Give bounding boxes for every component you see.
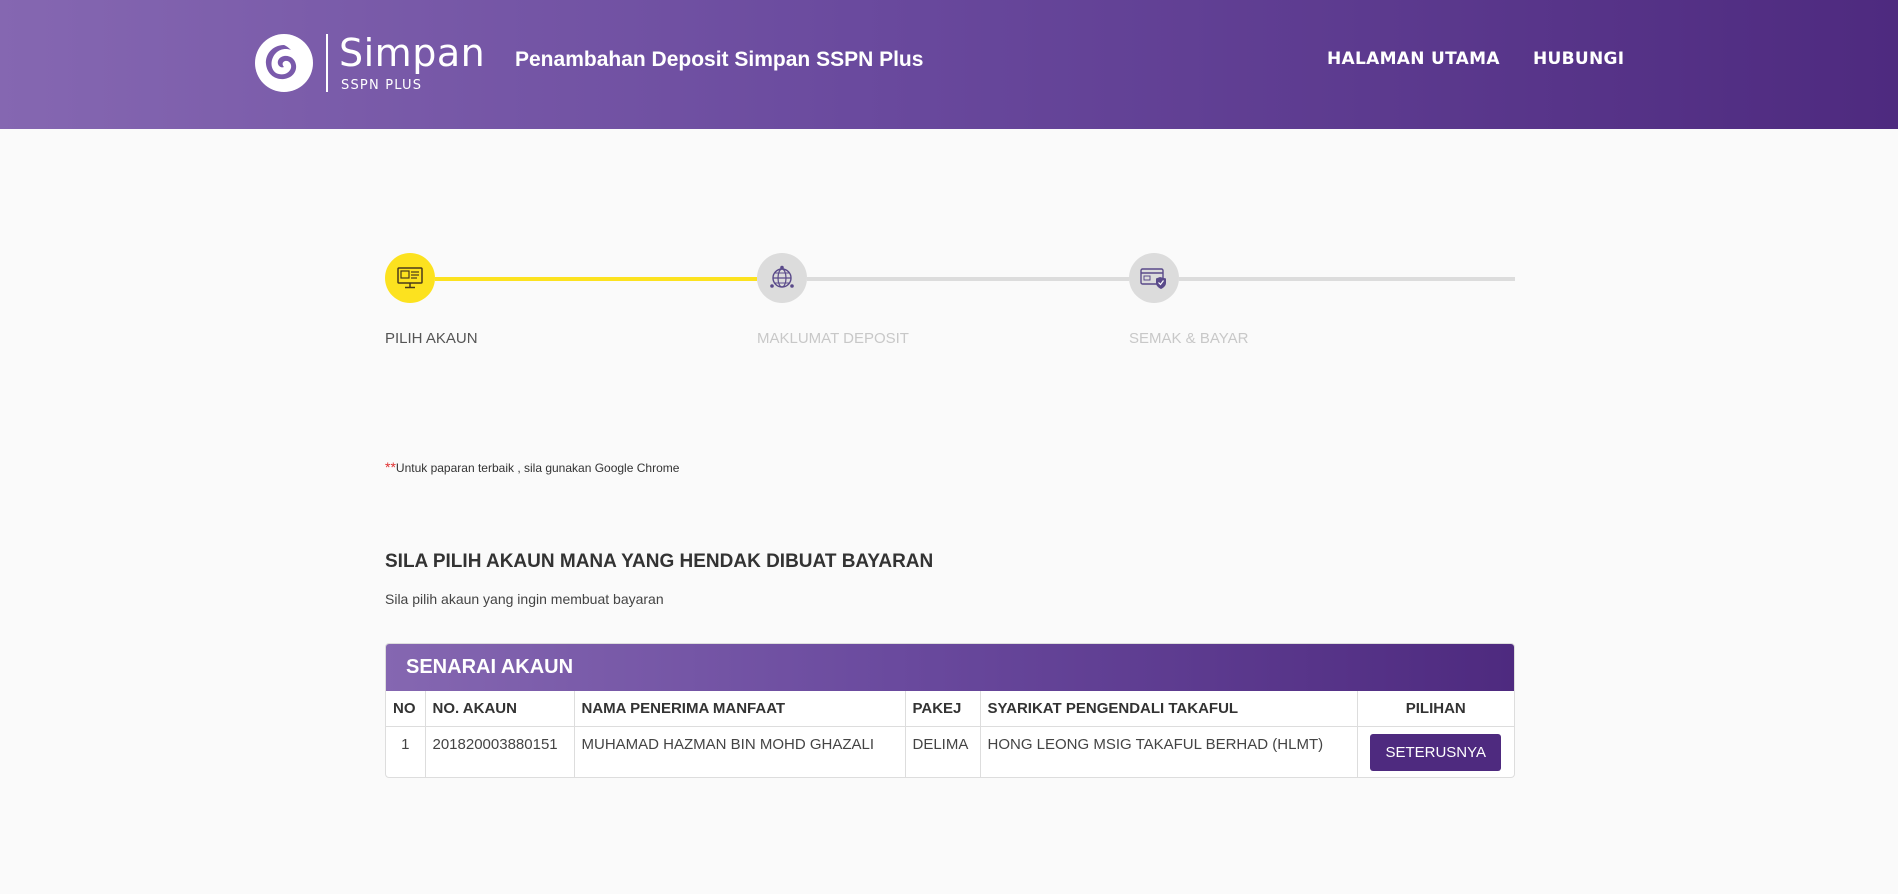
globe-icon	[770, 265, 794, 288]
col-header-no: NO	[386, 691, 426, 727]
cell-action: SETERUSNYA	[1357, 726, 1514, 777]
logo-divider	[326, 34, 328, 92]
col-header-company: SYARIKAT PENGENDALI TAKAFUL	[980, 691, 1358, 727]
step-3-circle	[1129, 253, 1179, 303]
step-connector-1	[435, 277, 757, 281]
step-2-circle	[757, 253, 807, 303]
step-1-circle	[385, 253, 435, 303]
section-title: SILA PILIH AKAUN MANA YANG HENDAK DIBUAT…	[385, 551, 934, 572]
account-table: NO NO. AKAUN NAMA PENERIMA MANFAAT PAKEJ…	[386, 691, 1514, 777]
step-1-label: PILIH AKAUN	[385, 330, 478, 347]
logo-subtitle: SSPN PLUS	[341, 77, 423, 93]
col-header-name: NAMA PENERIMA MANFAAT	[574, 691, 906, 727]
col-header-package: PAKEJ	[905, 691, 981, 727]
account-list-title: SENARAI AKAUN	[386, 644, 1514, 691]
cell-takaful-company: HONG LEONG MSIG TAKAFUL BERHAD (HLMT)	[980, 726, 1358, 777]
page-title: Penambahan Deposit Simpan SSPN Plus	[515, 48, 924, 71]
browser-note: **Untuk paparan terbaik , sila gunakan G…	[385, 459, 679, 475]
next-button[interactable]: SETERUSNYA	[1370, 733, 1502, 771]
cell-package: DELIMA	[905, 726, 981, 777]
step-connector-2	[807, 277, 1129, 281]
logo-name: Simpan	[339, 30, 486, 75]
nav-contact-link[interactable]: HUBUNGI	[1533, 49, 1624, 69]
simpan-logo-icon	[255, 34, 313, 92]
required-marker: **	[385, 459, 396, 475]
step-2-label: MAKLUMAT DEPOSIT	[757, 330, 909, 347]
simpan-logo[interactable]: Simpan SSPN PLUS	[254, 32, 485, 94]
section-subtitle: Sila pilih akaun yang ingin membuat baya…	[385, 591, 664, 607]
step-connector-3	[1179, 277, 1515, 281]
col-header-account: NO. AKAUN	[425, 691, 575, 727]
header-bar: Simpan SSPN PLUS Penambahan Deposit Simp…	[0, 0, 1898, 129]
cell-no: 1	[386, 726, 426, 777]
nav-home-link[interactable]: HALAMAN UTAMA	[1327, 49, 1500, 69]
browser-note-text: Untuk paparan terbaik , sila gunakan Goo…	[395, 461, 680, 475]
table-row: 1 201820003880151 MUHAMAD HAZMAN BIN MOH…	[386, 726, 1514, 777]
progress-stepper: PILIH AKAUN MAKLUMAT DEPOSIT SEMAK & BAY…	[385, 253, 1515, 353]
card-shield-icon	[1140, 268, 1166, 289]
cell-account-number: 201820003880151	[425, 726, 575, 777]
monitor-icon	[397, 267, 423, 289]
cell-beneficiary-name: MUHAMAD HAZMAN BIN MOHD GHAZALI	[574, 726, 906, 777]
step-3-label: SEMAK & BAYAR	[1129, 330, 1249, 347]
col-header-action: PILIHAN	[1357, 691, 1514, 727]
account-list-card: SENARAI AKAUN NO NO. AKAUN NAMA PENERIMA…	[385, 643, 1515, 778]
table-header-row: NO NO. AKAUN NAMA PENERIMA MANFAAT PAKEJ…	[386, 691, 1514, 727]
